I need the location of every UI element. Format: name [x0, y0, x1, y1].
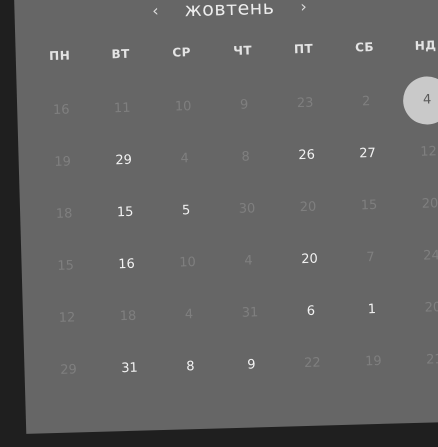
day-cell[interactable]: 29	[95, 138, 152, 184]
day-number: 10	[179, 255, 197, 271]
day-number: 7	[366, 250, 375, 266]
day-cell[interactable]: 8	[217, 135, 274, 181]
day-cell[interactable]: 10	[155, 85, 212, 131]
day-number: 23	[296, 95, 314, 112]
day-number: 20	[301, 251, 318, 268]
day-number: 10	[174, 99, 192, 115]
day-number: 8	[241, 149, 250, 165]
day-cell[interactable]: 20	[401, 182, 438, 228]
calendar-header: ‹ жовтень ›	[14, 0, 438, 30]
month-title[interactable]: жовтень	[184, 0, 274, 21]
day-number: 20	[421, 196, 438, 212]
day-cell[interactable]: 4	[220, 239, 277, 285]
day-cell[interactable]: 29	[40, 348, 97, 394]
day-cell[interactable]: 30	[219, 187, 276, 233]
day-number: 8	[186, 359, 195, 375]
day-number: 16	[52, 102, 70, 118]
day-cell[interactable]: 15	[97, 190, 154, 236]
weekday-mon: ПН	[49, 48, 71, 64]
day-number: 20	[299, 199, 317, 216]
day-cell[interactable]: 2	[338, 79, 395, 125]
day-number: 29	[60, 362, 77, 378]
day-cell[interactable]: 15	[37, 244, 94, 290]
day-cell[interactable]: 27	[339, 131, 396, 177]
day-cell[interactable]: 21	[406, 338, 438, 384]
day-cell[interactable]: 18	[99, 294, 156, 340]
day-cell[interactable]: 9	[223, 343, 280, 389]
day-cell[interactable]: 15	[340, 183, 397, 229]
day-cell-today[interactable]: 4	[399, 75, 438, 126]
day-cell[interactable]: 10	[159, 240, 216, 286]
day-number: 24	[422, 248, 438, 264]
day-cell[interactable]: 26	[278, 133, 335, 179]
weekday-tue: ВТ	[111, 46, 131, 62]
day-number: 5	[181, 203, 191, 219]
day-cell[interactable]: 16	[33, 88, 90, 134]
day-cell[interactable]: 19	[345, 339, 402, 385]
weekday-sat: СБ	[354, 39, 375, 55]
day-cell[interactable]: 5	[158, 189, 215, 235]
day-cell[interactable]: 6	[282, 289, 339, 335]
day-cell[interactable]: 20	[404, 286, 438, 332]
day-cell[interactable]: 7	[342, 235, 399, 281]
day-number: 15	[360, 197, 378, 214]
day-cell[interactable]: 1	[343, 287, 400, 333]
day-number: 4	[180, 151, 190, 167]
day-cell[interactable]: 9	[216, 83, 273, 129]
day-cell[interactable]: 4	[156, 137, 213, 183]
day-number: 21	[425, 352, 438, 368]
weekday-wed: СР	[172, 45, 192, 60]
day-number: 26	[298, 147, 316, 164]
day-number: 9	[247, 357, 256, 373]
day-cell[interactable]: 24	[403, 234, 438, 280]
day-cell[interactable]: 31	[101, 346, 158, 392]
weekday-thu: ЧТ	[233, 43, 253, 58]
day-number: 12	[58, 310, 76, 326]
day-grid: 16 11 10 9 23 2 4 19 29 4 8 26 27 12 18 15 5 30 20 15 20 15 16…	[27, 75, 438, 419]
day-number: 18	[55, 206, 73, 222]
day-number: 30	[238, 201, 256, 217]
day-number: 11	[113, 100, 131, 117]
day-cell[interactable]: 18	[36, 192, 93, 238]
day-number: 15	[116, 204, 134, 221]
weekday-fri: ПТ	[293, 41, 314, 57]
day-cell[interactable]: 8	[162, 344, 219, 390]
day-number: 2	[361, 94, 371, 110]
day-number: 31	[241, 305, 259, 321]
day-cell[interactable]: 12	[38, 296, 95, 342]
chevron-right-icon[interactable]: ›	[296, 0, 311, 22]
calendar-panel: ‹ жовтень › ПН ВТ СР ЧТ ПТ СБ НД 16 11 10 9…	[14, 0, 438, 434]
day-number: 6	[306, 303, 316, 319]
day-number: 19	[364, 353, 382, 370]
screen: ‹ жовтень › ПН ВТ СР ЧТ ПТ СБ НД 16 11 10 9…	[0, 0, 438, 447]
chevron-left-icon[interactable]: ‹	[148, 0, 163, 26]
day-number: 9	[239, 97, 249, 113]
day-number: 1	[367, 302, 377, 318]
day-number: 4	[244, 253, 253, 269]
day-number: 31	[121, 360, 138, 377]
weekday-row: ПН ВТ СР ЧТ ПТ СБ НД	[26, 38, 438, 72]
weekday-sun: НД	[414, 38, 437, 53]
day-cell[interactable]: 31	[221, 291, 278, 337]
day-number: 15	[57, 258, 75, 274]
day-cell[interactable]: 20	[279, 185, 336, 231]
day-number: 4	[184, 307, 194, 323]
day-cell[interactable]: 11	[94, 86, 151, 132]
day-cell[interactable]: 23	[277, 81, 334, 127]
day-cell[interactable]: 12	[400, 130, 438, 176]
day-number: 4	[402, 75, 438, 126]
day-cell[interactable]: 4	[160, 292, 217, 338]
day-cell[interactable]: 20	[281, 237, 338, 283]
day-number: 18	[119, 308, 137, 325]
day-cell[interactable]: 16	[98, 242, 155, 288]
day-number: 29	[115, 152, 133, 169]
day-number: 20	[424, 300, 438, 316]
day-number: 27	[359, 145, 377, 162]
day-number: 22	[303, 355, 321, 372]
day-number: 19	[54, 154, 72, 170]
day-cell[interactable]: 22	[284, 341, 341, 387]
day-number: 16	[118, 256, 136, 273]
day-cell[interactable]: 19	[34, 140, 91, 186]
day-number: 12	[420, 144, 438, 160]
